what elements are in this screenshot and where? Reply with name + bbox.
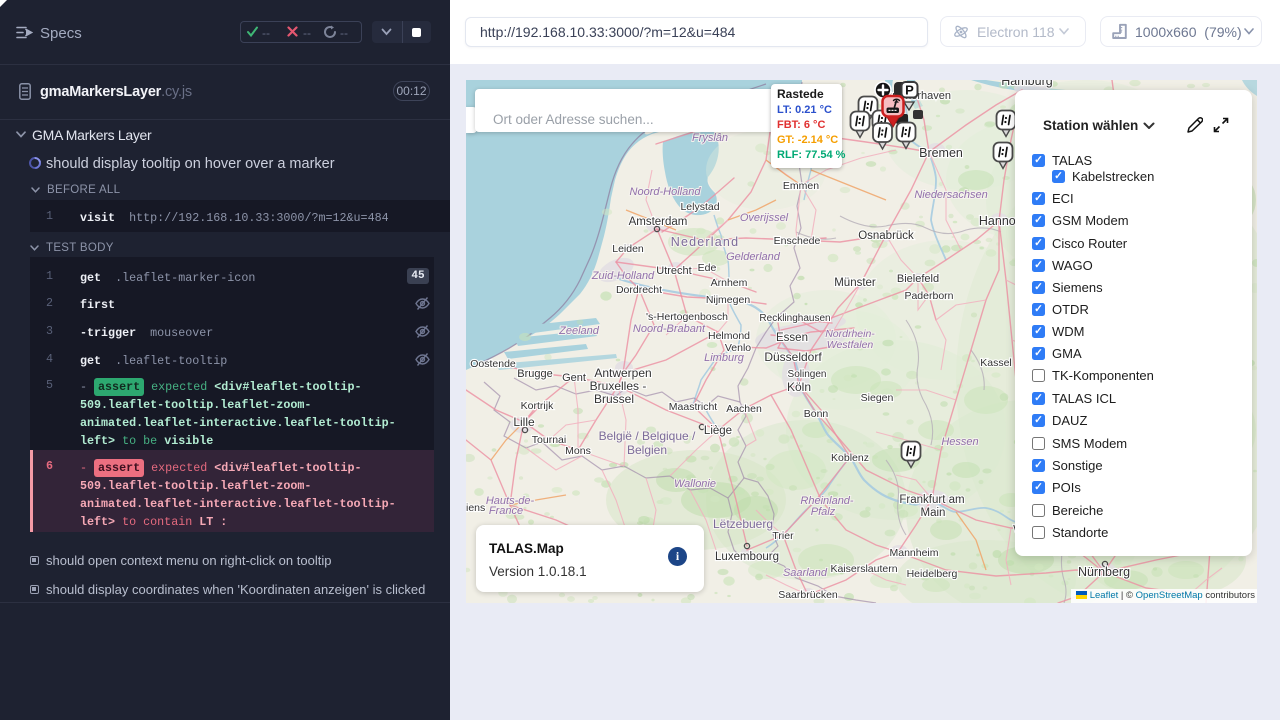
svg-text:Münster: Münster — [834, 277, 876, 289]
svg-text:Gent: Gent — [562, 372, 586, 384]
svg-text:Luxembourg: Luxembourg — [715, 551, 779, 563]
svg-text:Fryslân: Fryslân — [692, 132, 728, 144]
svg-text:Wallonie: Wallonie — [674, 478, 716, 490]
svg-text:Bielefeld: Bielefeld — [897, 273, 939, 285]
svg-text:Köln: Köln — [787, 380, 811, 394]
svg-text:Frankfurt am: Frankfurt am — [899, 494, 964, 506]
svg-text:Bonn: Bonn — [804, 408, 829, 420]
svg-text:Osnabrück: Osnabrück — [858, 230, 914, 242]
svg-text:Westfalen: Westfalen — [827, 339, 874, 351]
svg-text:France: France — [489, 505, 523, 517]
svg-text:Düsseldorf: Düsseldorf — [764, 350, 822, 364]
svg-text:Bruxelles -: Bruxelles - — [590, 379, 647, 393]
svg-text:Kortrijk: Kortrijk — [521, 400, 554, 412]
svg-text:Overijssel: Overijssel — [740, 212, 789, 224]
svg-text:Oostende: Oostende — [470, 358, 516, 370]
svg-text:Saarbrücken: Saarbrücken — [778, 589, 838, 601]
svg-text:Mannheim: Mannheim — [889, 547, 938, 559]
svg-text:Mons: Mons — [565, 445, 591, 457]
svg-text:Dordrecht: Dordrecht — [616, 284, 662, 296]
svg-text:Hessen: Hessen — [941, 436, 978, 448]
svg-text:Lelystad: Lelystad — [680, 201, 719, 213]
svg-text:Emmen: Emmen — [783, 180, 819, 192]
svg-text:Trier: Trier — [772, 530, 794, 542]
svg-text:België / Belgique /: België / Belgique / — [599, 429, 696, 443]
svg-text:Zeeland: Zeeland — [558, 325, 600, 337]
svg-text:Antwerpen: Antwerpen — [594, 366, 651, 380]
svg-text:Arnhem: Arnhem — [711, 277, 748, 289]
svg-text:Essen: Essen — [776, 332, 808, 344]
svg-text:Nürnberg: Nürnberg — [1078, 565, 1130, 579]
svg-text:Saarland: Saarland — [783, 567, 828, 579]
svg-text:Hamburg: Hamburg — [1001, 80, 1052, 88]
svg-text:Gelderland: Gelderland — [726, 251, 781, 263]
svg-text:Venlo: Venlo — [725, 342, 751, 354]
svg-text:Pfalz: Pfalz — [811, 506, 836, 518]
svg-text:Lille: Lille — [513, 415, 535, 429]
svg-text:Belgien: Belgien — [627, 443, 667, 457]
svg-text:Amsterdam: Amsterdam — [629, 216, 688, 228]
svg-text:Paderborn: Paderborn — [904, 290, 953, 302]
svg-text:Helmond: Helmond — [708, 330, 750, 342]
svg-text:Siegen: Siegen — [861, 392, 894, 404]
svg-text:Utrecht: Utrecht — [656, 265, 691, 277]
svg-text:Kassel: Kassel — [980, 357, 1012, 369]
svg-text:Brugge: Brugge — [517, 368, 552, 380]
svg-text:Aachen: Aachen — [726, 403, 762, 415]
svg-text:Heidelberg: Heidelberg — [907, 568, 958, 580]
svg-text:Tournai: Tournai — [532, 434, 566, 446]
svg-text:Leiden: Leiden — [612, 243, 644, 255]
svg-text:P: P — [905, 83, 914, 98]
svg-text:Niedersachsen: Niedersachsen — [914, 189, 987, 201]
svg-text:Lëtzebuerg: Lëtzebuerg — [713, 517, 773, 531]
svg-text:Nederland: Nederland — [671, 235, 739, 249]
svg-text:iens: iens — [466, 502, 485, 514]
svg-text:Enschede: Enschede — [774, 235, 821, 247]
svg-text:Recklinghausen: Recklinghausen — [759, 313, 830, 324]
svg-text:Noord-Holland: Noord-Holland — [630, 186, 702, 198]
svg-text:Ede: Ede — [698, 262, 717, 274]
svg-text:Nijmegen: Nijmegen — [706, 294, 751, 306]
svg-text:Zuid-Holland: Zuid-Holland — [591, 270, 655, 282]
svg-text:Brussel: Brussel — [594, 392, 634, 406]
svg-text:Bremen: Bremen — [919, 146, 963, 160]
svg-text:Koblenz: Koblenz — [831, 452, 869, 464]
svg-text:Kaiserslautern: Kaiserslautern — [830, 563, 897, 575]
svg-text:Liège: Liège — [704, 425, 732, 437]
svg-text:Main: Main — [921, 507, 946, 519]
svg-text:Solingen: Solingen — [788, 369, 827, 380]
svg-text:Maastricht: Maastricht — [669, 401, 718, 413]
svg-text:'s-Hertogenbosch: 's-Hertogenbosch — [646, 311, 728, 323]
svg-text:Noord-Brabant: Noord-Brabant — [633, 323, 706, 335]
